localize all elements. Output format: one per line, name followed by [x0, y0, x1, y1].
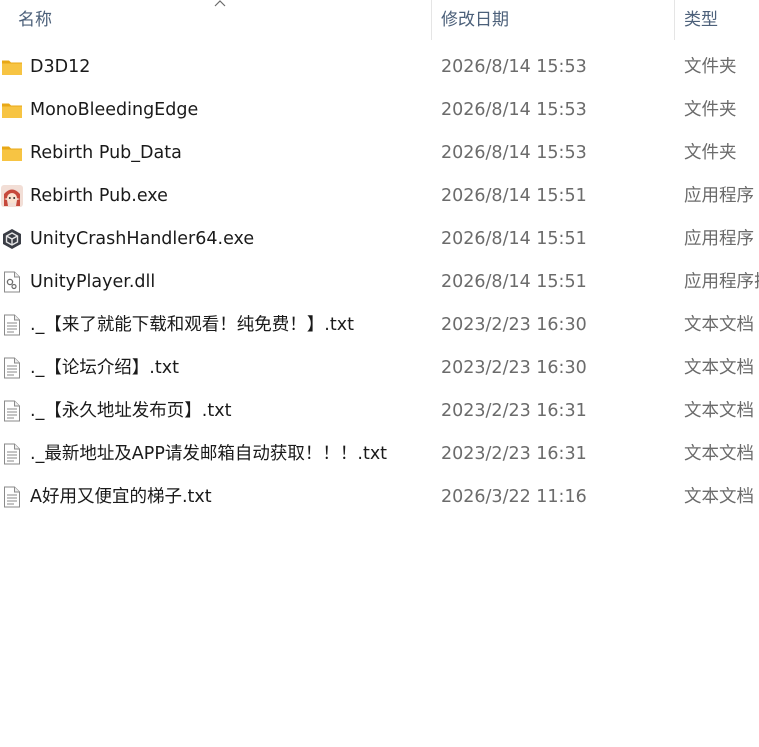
column-header-type[interactable]: 类型	[684, 0, 718, 40]
folder-icon	[1, 56, 23, 78]
column-divider[interactable]	[674, 0, 675, 40]
file-modified-date: 2026/8/14 15:51	[441, 186, 587, 206]
file-explorer: 名称 修改日期 类型 D3D12 2026/8/14 15:53 文件夹 MonoBl…	[0, 0, 759, 747]
file-row[interactable]: Rebirth Pub.exe 2026/8/14 15:51 应用程序	[0, 175, 759, 218]
file-type: 文本文档	[684, 444, 754, 464]
file-list: D3D12 2026/8/14 15:53 文件夹 MonoBleedingEdge 2…	[0, 46, 759, 519]
file-name: Rebirth Pub.exe	[30, 186, 168, 206]
file-type: 应用程序扩展	[684, 272, 759, 292]
text-file-icon	[1, 400, 23, 422]
file-modified-date: 2026/8/14 15:53	[441, 57, 587, 77]
file-type: 文本文档	[684, 315, 754, 335]
folder-icon	[1, 99, 23, 121]
file-name: A好用又便宜的梯子.txt	[30, 487, 212, 507]
file-modified-date: 2023/2/23 16:30	[441, 358, 587, 378]
sort-ascending-icon	[214, 0, 226, 7]
file-modified-date: 2026/8/14 15:51	[441, 229, 587, 249]
file-row[interactable]: UnityPlayer.dll 2026/8/14 15:51 应用程序扩展	[0, 261, 759, 304]
text-file-icon	[1, 314, 23, 336]
column-divider[interactable]	[431, 0, 432, 40]
file-type: 文本文档	[684, 487, 754, 507]
file-modified-date: 2026/8/14 15:53	[441, 100, 587, 120]
file-modified-date: 2023/2/23 16:31	[441, 401, 587, 421]
file-name: MonoBleedingEdge	[30, 100, 199, 120]
text-file-icon	[1, 357, 23, 379]
file-type: 文本文档	[684, 401, 754, 421]
dll-file-icon	[1, 271, 23, 293]
unity-app-icon	[1, 228, 23, 250]
file-row[interactable]: ._最新地址及APP请发邮箱自动获取！！！.txt 2023/2/23 16:31…	[0, 433, 759, 476]
column-header-name[interactable]: 名称	[18, 0, 52, 40]
file-row[interactable]: UnityCrashHandler64.exe 2026/8/14 15:51 应用…	[0, 218, 759, 261]
file-row[interactable]: ._【来了就能下载和观看！纯免费！】.txt 2023/2/23 16:30 文本文…	[0, 304, 759, 347]
file-modified-date: 2023/2/23 16:31	[441, 444, 587, 464]
file-row[interactable]: D3D12 2026/8/14 15:53 文件夹	[0, 46, 759, 89]
game-app-icon	[1, 185, 23, 207]
file-type: 应用程序	[684, 229, 754, 249]
file-row[interactable]: ._【论坛介绍】.txt 2023/2/23 16:30 文本文档	[0, 347, 759, 390]
file-row[interactable]: Rebirth Pub_Data 2026/8/14 15:53 文件夹	[0, 132, 759, 175]
file-name: D3D12	[30, 57, 91, 77]
file-name: UnityCrashHandler64.exe	[30, 229, 255, 249]
file-row[interactable]: ._【永久地址发布页】.txt 2023/2/23 16:31 文本文档	[0, 390, 759, 433]
file-name: ._【永久地址发布页】.txt	[30, 401, 232, 421]
file-name: Rebirth Pub_Data	[30, 143, 182, 163]
file-type: 文件夹	[684, 57, 737, 77]
column-header-bar: 名称 修改日期 类型	[0, 0, 759, 40]
file-modified-date: 2026/3/22 11:16	[441, 487, 587, 507]
file-name: ._【来了就能下载和观看！纯免费！】.txt	[30, 315, 354, 335]
file-row[interactable]: MonoBleedingEdge 2026/8/14 15:53 文件夹	[0, 89, 759, 132]
file-type: 文件夹	[684, 100, 737, 120]
text-file-icon	[1, 486, 23, 508]
file-row[interactable]: A好用又便宜的梯子.txt 2026/3/22 11:16 文本文档	[0, 476, 759, 519]
file-type: 文件夹	[684, 143, 737, 163]
file-name: ._最新地址及APP请发邮箱自动获取！！！.txt	[30, 444, 388, 464]
file-modified-date: 2023/2/23 16:30	[441, 315, 587, 335]
file-type: 应用程序	[684, 186, 754, 206]
file-name: ._【论坛介绍】.txt	[30, 358, 179, 378]
file-type: 文本文档	[684, 358, 754, 378]
text-file-icon	[1, 443, 23, 465]
file-name: UnityPlayer.dll	[30, 272, 156, 292]
file-modified-date: 2026/8/14 15:51	[441, 272, 587, 292]
folder-icon	[1, 142, 23, 164]
column-header-date[interactable]: 修改日期	[441, 0, 509, 40]
file-modified-date: 2026/8/14 15:53	[441, 143, 587, 163]
